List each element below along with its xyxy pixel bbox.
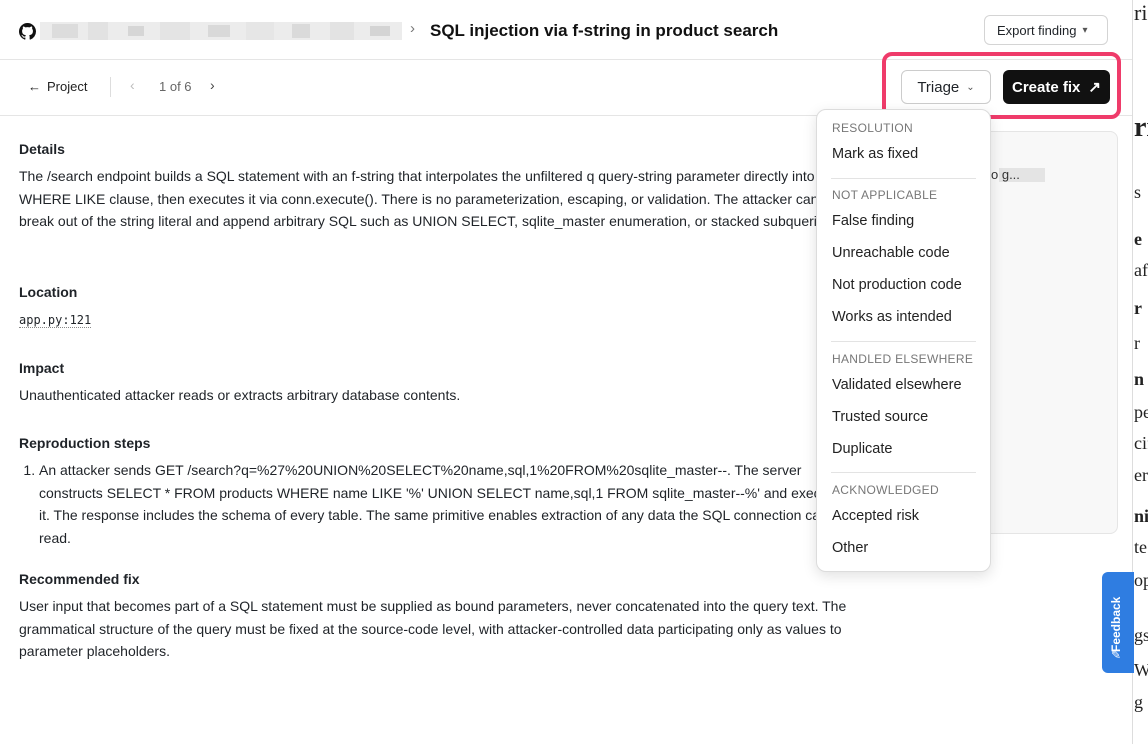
edge-text: af [1134,260,1148,280]
next-finding-icon[interactable]: › [210,77,215,93]
github-icon [19,23,36,40]
feedback-label: Feedback [1109,596,1123,652]
menu-group-heading: ACKNOWLEDGED [832,483,939,497]
edge-text: gs [1134,625,1148,645]
details-text: The /search endpoint builds a SQL statem… [19,168,838,229]
details-heading: Details [19,141,65,157]
repro-heading: Reproduction steps [19,435,151,451]
fix-text: User input that becomes part of a SQL st… [19,598,847,659]
back-label: Project [47,79,88,94]
menu-divider [831,341,976,342]
redacted-breadcrumb [40,22,402,40]
menu-item-other[interactable]: Other [832,540,868,556]
previous-finding-icon[interactable]: ‹ [130,77,135,93]
edge-text: e [1134,229,1142,249]
menu-item-accepted-risk[interactable]: Accepted risk [832,508,919,524]
feedback-button[interactable]: Feedback ✎ [1102,572,1134,673]
feedback-icon: ✎ [1111,648,1122,662]
menu-item-false-finding[interactable]: False finding [832,213,914,229]
pager-status: 1 of 6 [159,79,192,94]
list-item: An attacker sends GET /search?q=%27%20UN… [39,459,849,549]
impact-text: Unauthenticated attacker reads or extrac… [19,387,461,403]
fix-heading: Recommended fix [19,571,140,587]
back-to-project-link[interactable]: ← Project [28,79,87,94]
menu-item-trusted-source[interactable]: Trusted source [832,409,928,425]
background-window-edge: ri ri s e af r r n pe cif er ni te op gs… [1132,0,1148,744]
edge-text: ni [1134,506,1148,526]
edge-text: r [1134,333,1140,353]
menu-divider [831,178,976,179]
edge-text: r [1134,298,1142,318]
page-title: SQL injection via f-string in product se… [430,21,779,40]
chevron-down-icon: ▾ [1082,24,1088,36]
location-heading: Location [19,284,78,300]
menu-item-duplicate[interactable]: Duplicate [832,441,892,457]
menu-group-heading: NOT APPLICABLE [832,188,938,202]
location-link[interactable]: app.py:121 [19,313,92,328]
impact-heading: Impact [19,360,65,376]
menu-item-works-as-intended[interactable]: Works as intended [832,309,952,325]
menu-item-unreachable-code[interactable]: Unreachable code [832,245,950,261]
arrow-left-icon: ← [28,79,41,94]
breadcrumb-separator: › [410,20,415,37]
export-finding-button[interactable]: Export finding ▾ [984,15,1108,45]
edge-text: ri [1134,0,1148,25]
edge-text: cif [1134,433,1148,453]
edge-text: te [1134,537,1147,557]
side-panel-text: o g... [991,167,1020,182]
toolbar-divider [110,77,111,97]
menu-divider [831,472,976,473]
pixelated-block [40,22,402,40]
menu-group-heading: HANDLED ELSEWHERE [832,352,974,366]
menu-item-validated-elsewhere[interactable]: Validated elsewhere [832,377,962,393]
page-header: › SQL injection via f-string in product … [0,0,1132,60]
triage-dropdown-menu: RESOLUTION Mark as fixed NOT APPLICABLE … [816,109,991,572]
edge-text: op [1134,570,1148,590]
edge-text: W [1134,660,1148,681]
edge-text: s [1134,182,1142,202]
menu-group-heading: RESOLUTION [832,121,914,135]
repro-steps-list: An attacker sends GET /search?q=%27%20UN… [19,459,849,549]
edge-text: g [1134,692,1143,712]
edge-text: n [1134,369,1145,389]
edge-text: ri [1134,112,1148,143]
menu-item-mark-as-fixed[interactable]: Mark as fixed [832,146,918,162]
menu-item-not-production-code[interactable]: Not production code [832,277,962,293]
finding-page: › SQL injection via f-string in product … [0,0,1132,744]
edge-text: er [1134,465,1148,485]
edge-text: pe [1134,402,1148,422]
export-finding-label: Export finding [997,22,1077,38]
